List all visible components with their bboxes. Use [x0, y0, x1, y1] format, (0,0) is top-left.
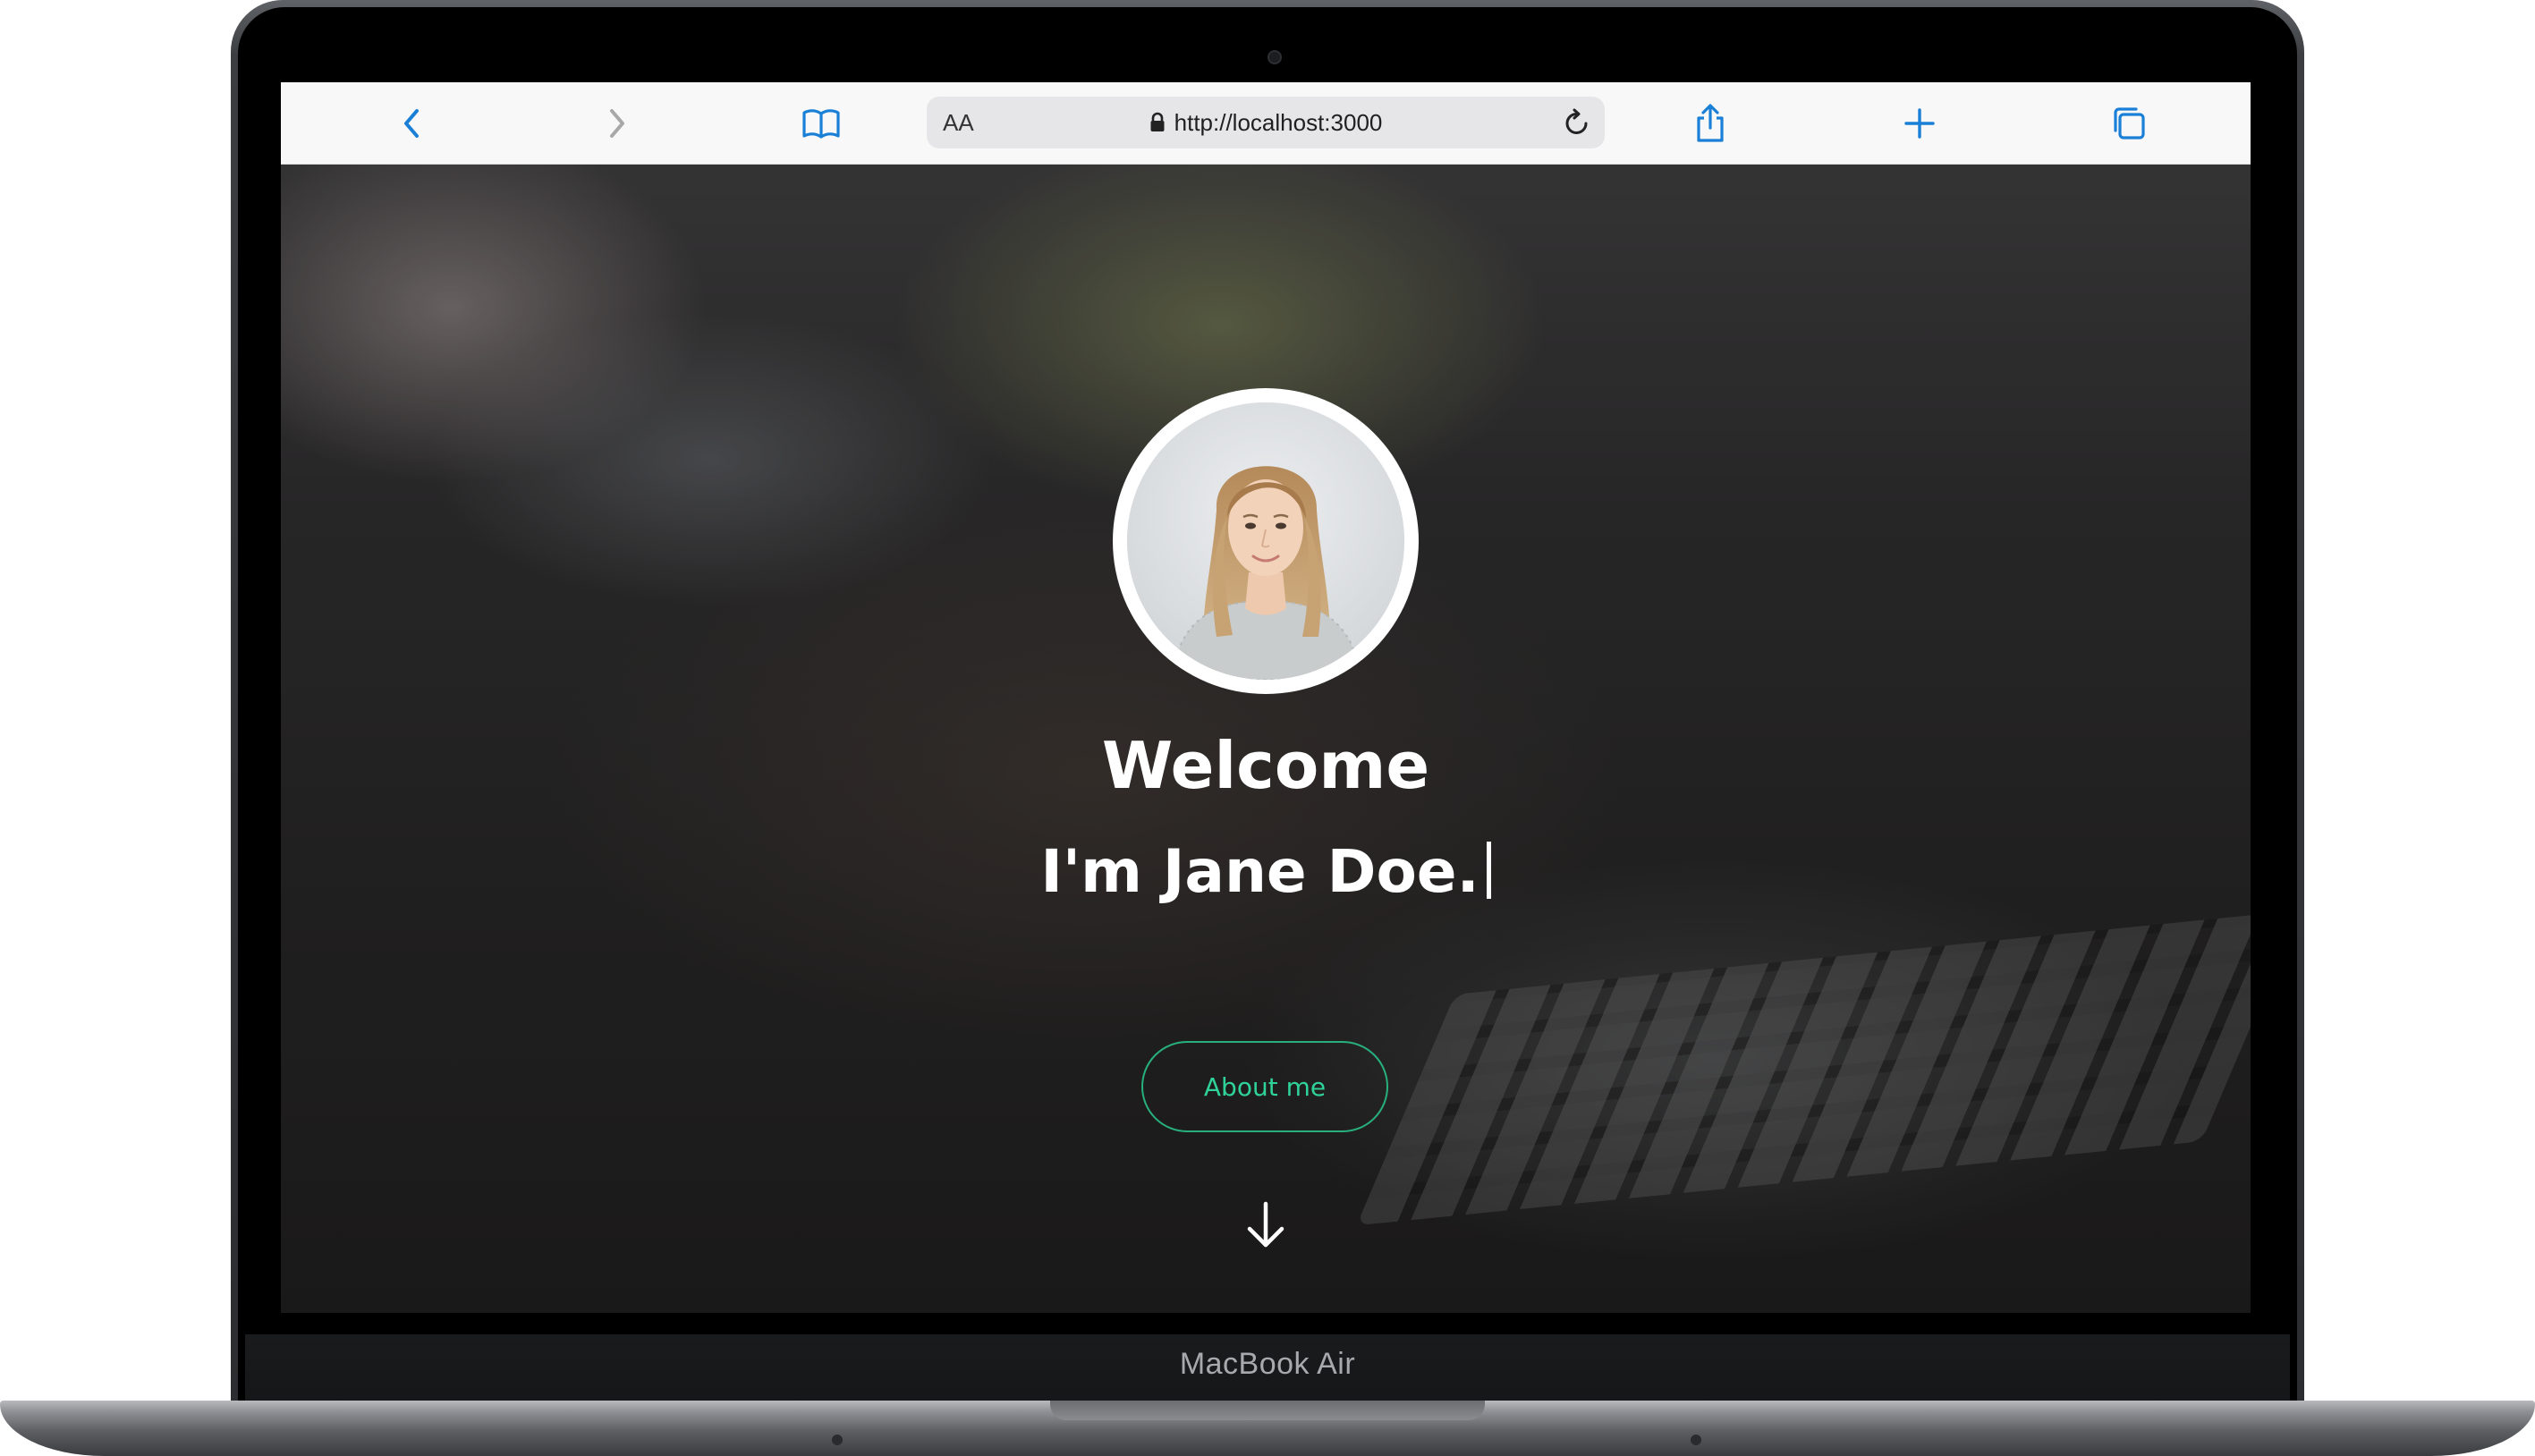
chevron-left-icon: [404, 109, 419, 138]
reload-button[interactable]: [1558, 104, 1596, 141]
laptop-chin: MacBook Air: [245, 1334, 2290, 1409]
camera: [1268, 50, 1282, 64]
profile-photo: [1127, 402, 1404, 680]
new-tab-button[interactable]: [1896, 100, 1943, 147]
forward-button[interactable]: [594, 100, 640, 147]
url-text: http://localhost:3000: [1174, 108, 1383, 136]
url-container: http://localhost:3000: [927, 97, 1605, 148]
back-button[interactable]: [388, 100, 435, 147]
avatar-frame: [1113, 388, 1419, 694]
screen: AA http://localhost:3000 Welcome I'm Jan…: [281, 82, 2251, 1313]
share-button[interactable]: [1687, 100, 1734, 147]
arrow-down-icon: [1247, 1201, 1284, 1248]
hero-title: Welcome: [1101, 728, 1430, 803]
plus-icon: [1904, 108, 1935, 139]
bookmarks-button[interactable]: [798, 100, 844, 147]
laptop-foot: [1691, 1435, 1701, 1445]
chevron-right-icon: [610, 109, 624, 138]
address-bar[interactable]: AA http://localhost:3000: [927, 97, 1605, 148]
typing-cursor: [1486, 842, 1491, 899]
tabs-icon: [2114, 107, 2145, 140]
device-label: MacBook Air: [1179, 1347, 1356, 1381]
hero-intro: I'm Jane Doe.: [281, 837, 2251, 906]
lock-icon: [1150, 112, 1165, 131]
share-icon: [1697, 104, 1724, 142]
base-notch: [1050, 1401, 1485, 1420]
reload-icon: [1565, 108, 1588, 134]
browser-toolbar: AA http://localhost:3000: [281, 82, 2251, 165]
about-me-button[interactable]: About me: [1141, 1041, 1388, 1132]
book-open-icon: [802, 109, 840, 139]
laptop-base: [0, 1401, 2535, 1456]
tabs-button[interactable]: [2106, 100, 2152, 147]
hero-section: Welcome I'm Jane Doe. About me: [281, 165, 2251, 1313]
avatar: [1127, 402, 1404, 680]
scroll-down-button[interactable]: [1243, 1198, 1288, 1252]
hero-intro-text: I'm Jane Doe.: [1040, 837, 1479, 906]
laptop-foot: [832, 1435, 843, 1445]
